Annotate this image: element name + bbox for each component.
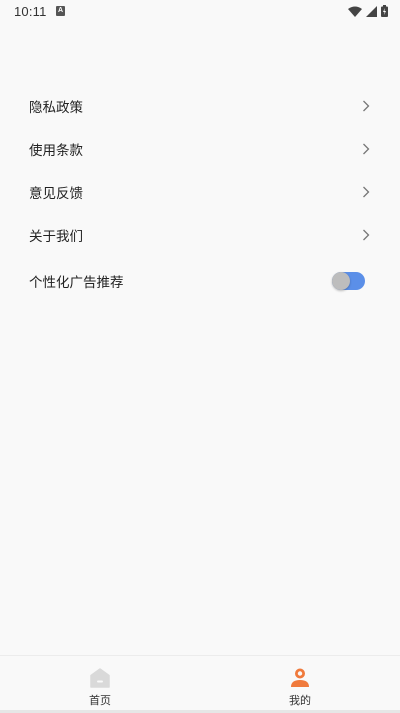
chevron-right-icon <box>363 186 370 197</box>
menu-item-label: 使用条款 <box>29 142 83 159</box>
tab-mine[interactable]: 我的 <box>200 656 400 713</box>
menu-item-about-us[interactable]: 关于我们 <box>0 213 400 256</box>
chevron-right-icon <box>363 100 370 111</box>
status-icons <box>348 5 388 17</box>
toggle-knob <box>332 272 350 290</box>
tab-label: 首页 <box>89 694 111 707</box>
menu-item-label: 隐私政策 <box>29 99 83 116</box>
personalized-ads-label: 个性化广告推荐 <box>29 275 124 291</box>
tab-label: 我的 <box>289 694 311 707</box>
status-bar: 10:11 A <box>0 0 400 24</box>
tab-home[interactable]: 首页 <box>0 656 200 713</box>
wifi-icon <box>348 6 362 17</box>
battery-icon <box>381 5 388 17</box>
menu-item-privacy-policy[interactable]: 隐私政策 <box>0 84 400 127</box>
menu-item-label: 关于我们 <box>29 228 83 245</box>
chevron-right-icon <box>363 229 370 240</box>
person-icon <box>291 668 309 687</box>
bottom-tab-bar: 首页 我的 <box>0 655 400 713</box>
menu-item-label: 意见反馈 <box>29 185 83 202</box>
personalized-ads-toggle[interactable] <box>332 272 365 290</box>
status-time: 10:11 <box>14 4 47 19</box>
personalized-ads-row: 个性化广告推荐 <box>0 256 400 306</box>
notification-app-icon: A <box>56 6 65 16</box>
menu-item-terms-of-use[interactable]: 使用条款 <box>0 127 400 170</box>
menu-item-feedback[interactable]: 意见反馈 <box>0 170 400 213</box>
home-icon <box>90 668 110 688</box>
settings-menu: 隐私政策 使用条款 意见反馈 关于我们 个性化广告推荐 <box>0 84 400 306</box>
signal-icon <box>366 5 377 17</box>
chevron-right-icon <box>363 143 370 154</box>
